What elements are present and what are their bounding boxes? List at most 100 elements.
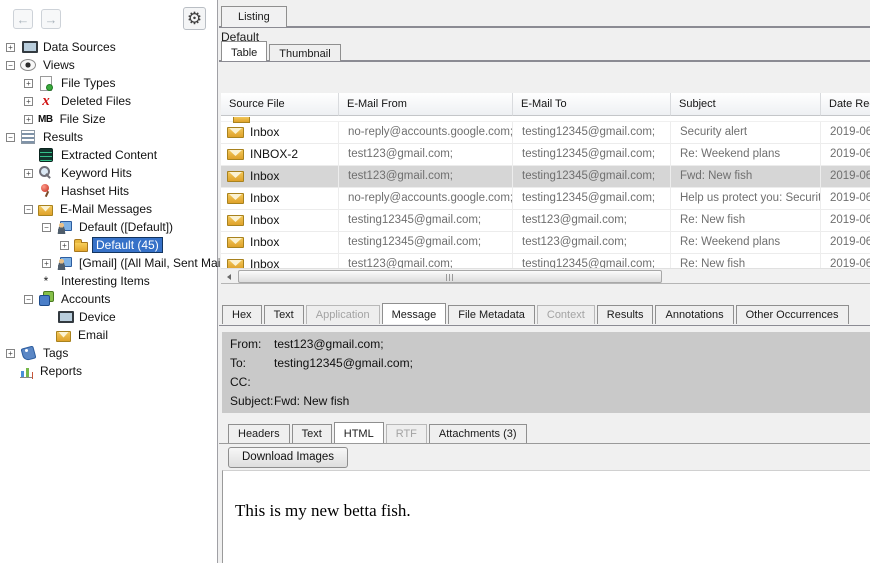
tree-expand-toggle[interactable]: + bbox=[24, 115, 33, 124]
gear-icon[interactable]: ⚙ bbox=[183, 7, 206, 30]
viewer-tab-text[interactable]: Text bbox=[264, 305, 304, 324]
tree-item-label: Tags bbox=[40, 345, 71, 361]
results-icon bbox=[20, 129, 36, 145]
tree-item-extracted-content[interactable]: Extracted Content bbox=[0, 146, 216, 164]
table-row[interactable]: Inboxno-reply@accounts.google.com;testin… bbox=[221, 122, 870, 144]
cell-source-file: Inbox bbox=[221, 254, 339, 268]
envelope-icon bbox=[227, 171, 244, 182]
table-row[interactable]: Inboxtest123@gmail.com;testing12345@gmai… bbox=[221, 254, 870, 268]
tree-item-views[interactable]: − Views bbox=[0, 56, 216, 74]
cell-source-file: INBOX-2 bbox=[221, 144, 339, 166]
source-file-name: Inbox bbox=[250, 166, 279, 187]
viewer-tab-hex[interactable]: Hex bbox=[222, 305, 262, 324]
tree-item-e-mail-messages[interactable]: −E-Mail Messages bbox=[0, 200, 216, 218]
subtab-attachments-3[interactable]: Attachments (3) bbox=[429, 424, 527, 443]
tab-listing[interactable]: Listing bbox=[221, 6, 287, 27]
viewer-tab-message[interactable]: Message bbox=[382, 303, 447, 324]
download-images-button[interactable]: Download Images bbox=[228, 447, 348, 468]
table-header-row: Source FileE-Mail FromE-Mail ToSubjectDa… bbox=[221, 93, 870, 116]
tree-expand-toggle[interactable]: − bbox=[6, 133, 15, 142]
tree-expand-toggle[interactable]: − bbox=[24, 295, 33, 304]
viewer-tab-annotations[interactable]: Annotations bbox=[655, 305, 733, 324]
tree-item-gmail-all-mail-sent-mail[interactable]: +[Gmail] ([All Mail, Sent Mail]) bbox=[0, 254, 216, 272]
tree-expand-toggle[interactable]: − bbox=[6, 61, 15, 70]
tree-item-file-types[interactable]: + File Types bbox=[0, 74, 216, 92]
source-file-name: Inbox bbox=[250, 232, 279, 253]
tree-item-default-45[interactable]: +Default (45) bbox=[0, 236, 216, 254]
viewer-tab-context: Context bbox=[537, 305, 595, 324]
tree-item-accounts[interactable]: −Accounts bbox=[0, 290, 216, 308]
interesting-items-icon: * bbox=[38, 273, 54, 289]
tree-expand-toggle[interactable]: + bbox=[24, 79, 33, 88]
table-row[interactable]: INBOX-2test123@gmail.com;testing12345@gm… bbox=[221, 144, 870, 166]
tree-expand-toggle[interactable]: − bbox=[42, 223, 51, 232]
tree-item-label: File Types bbox=[58, 75, 118, 91]
tree-item-deleted-files[interactable]: +xDeleted Files bbox=[0, 92, 216, 110]
source-file-name: Inbox bbox=[250, 254, 279, 268]
tab-thumbnail[interactable]: Thumbnail bbox=[269, 44, 340, 61]
subtab-html[interactable]: HTML bbox=[334, 422, 384, 443]
tree-item-default-default[interactable]: −Default ([Default]) bbox=[0, 218, 216, 236]
cell-source-file: Inbox bbox=[221, 232, 339, 254]
column-header-subject[interactable]: Subject bbox=[671, 93, 821, 116]
column-header-source-file[interactable]: Source File bbox=[221, 93, 339, 116]
tree-item-results[interactable]: −Results bbox=[0, 128, 216, 146]
source-file-name: Inbox bbox=[250, 210, 279, 231]
cell-date-received: 2019-06- bbox=[821, 254, 870, 268]
message-header-row: Subject:Fwd: New fish bbox=[230, 394, 870, 413]
viewer-tab-results[interactable]: Results bbox=[597, 305, 654, 324]
tree-expand-toggle[interactable]: + bbox=[24, 97, 33, 106]
cell-date-received: 2019-06- bbox=[821, 144, 870, 166]
column-header-e-mail-to[interactable]: E-Mail To bbox=[513, 93, 671, 116]
subtab-text[interactable]: Text bbox=[292, 424, 332, 443]
content-viewer-panel: From:test123@gmail.com;To:testing12345@g… bbox=[219, 326, 870, 563]
tree-item-device[interactable]: Device bbox=[0, 308, 216, 326]
tag-icon bbox=[20, 345, 36, 361]
table-row[interactable]: Inbox test123@gmail.com;testing12345@gmai… bbox=[221, 166, 870, 188]
tree-item-file-size[interactable]: +MBFile Size bbox=[0, 110, 216, 128]
cell-source-file: Inbox bbox=[221, 166, 339, 188]
horizontal-scrollbar[interactable] bbox=[221, 268, 870, 284]
column-header-e-mail-from[interactable]: E-Mail From bbox=[339, 93, 513, 116]
table-row[interactable]: Inboxtesting12345@gmail.com;test123@gmai… bbox=[221, 232, 870, 254]
table-row[interactable]: Inboxtesting12345@gmail.com;test123@gmai… bbox=[221, 210, 870, 232]
tree-item-hashset-hits[interactable]: Hashset Hits bbox=[0, 182, 216, 200]
cell-email-from: test123@gmail.com; bbox=[339, 166, 513, 188]
tree-item-label: Views bbox=[40, 57, 78, 73]
forward-button[interactable]: → bbox=[41, 9, 61, 29]
column-header-date-received[interactable]: Date Received bbox=[821, 93, 870, 116]
tree-item-label: Data Sources bbox=[40, 39, 119, 55]
cell-email-to: testing12345@gmail.com; bbox=[513, 188, 671, 210]
tree-item-label: Hashset Hits bbox=[58, 183, 132, 199]
cell-subject: Re: New fish bbox=[671, 210, 821, 232]
message-subtabs: HeadersTextHTMLRTFAttachments (3) bbox=[228, 422, 529, 444]
scroll-left-arrow[interactable] bbox=[221, 269, 237, 284]
tree-item-data-sources[interactable]: + Data Sources bbox=[0, 38, 216, 56]
cell-subject: Re: Weekend plans bbox=[671, 232, 821, 254]
tree-expand-toggle[interactable]: + bbox=[42, 259, 51, 268]
viewer-tab-other-occurrences[interactable]: Other Occurrences bbox=[736, 305, 849, 324]
table-row[interactable]: Inboxno-reply@accounts.google.com;testin… bbox=[221, 188, 870, 210]
viewer-tab-file-metadata[interactable]: File Metadata bbox=[448, 305, 535, 324]
person-icon bbox=[56, 255, 72, 271]
cell-date-received: 2019-06- bbox=[821, 232, 870, 254]
envelope-icon bbox=[38, 205, 53, 216]
tree-item-keyword-hits[interactable]: +Keyword Hits bbox=[0, 164, 216, 182]
tree-item-interesting-items[interactable]: *Interesting Items bbox=[0, 272, 216, 290]
tree-expand-toggle[interactable]: + bbox=[60, 241, 69, 250]
tab-table[interactable]: Table bbox=[221, 41, 267, 61]
scrollbar-thumb[interactable] bbox=[238, 270, 662, 283]
tree-expand-toggle[interactable]: + bbox=[24, 169, 33, 178]
tree-item-tags[interactable]: + Tags bbox=[0, 344, 216, 362]
cell-email-to: testing12345@gmail.com; bbox=[513, 166, 671, 188]
subtab-headers[interactable]: Headers bbox=[228, 424, 290, 443]
view-tabs: TableThumbnail bbox=[221, 41, 343, 62]
envelope-icon bbox=[56, 331, 71, 342]
tree-item-reports[interactable]: Reports bbox=[0, 362, 216, 380]
tree-expand-toggle[interactable]: + bbox=[6, 43, 15, 52]
tree-expand-toggle[interactable]: + bbox=[6, 349, 15, 358]
tree-expand-toggle[interactable]: − bbox=[24, 205, 33, 214]
message-header-row: From:test123@gmail.com; bbox=[230, 337, 870, 356]
back-button[interactable]: ← bbox=[13, 9, 33, 29]
tree-item-email[interactable]: Email bbox=[0, 326, 216, 344]
